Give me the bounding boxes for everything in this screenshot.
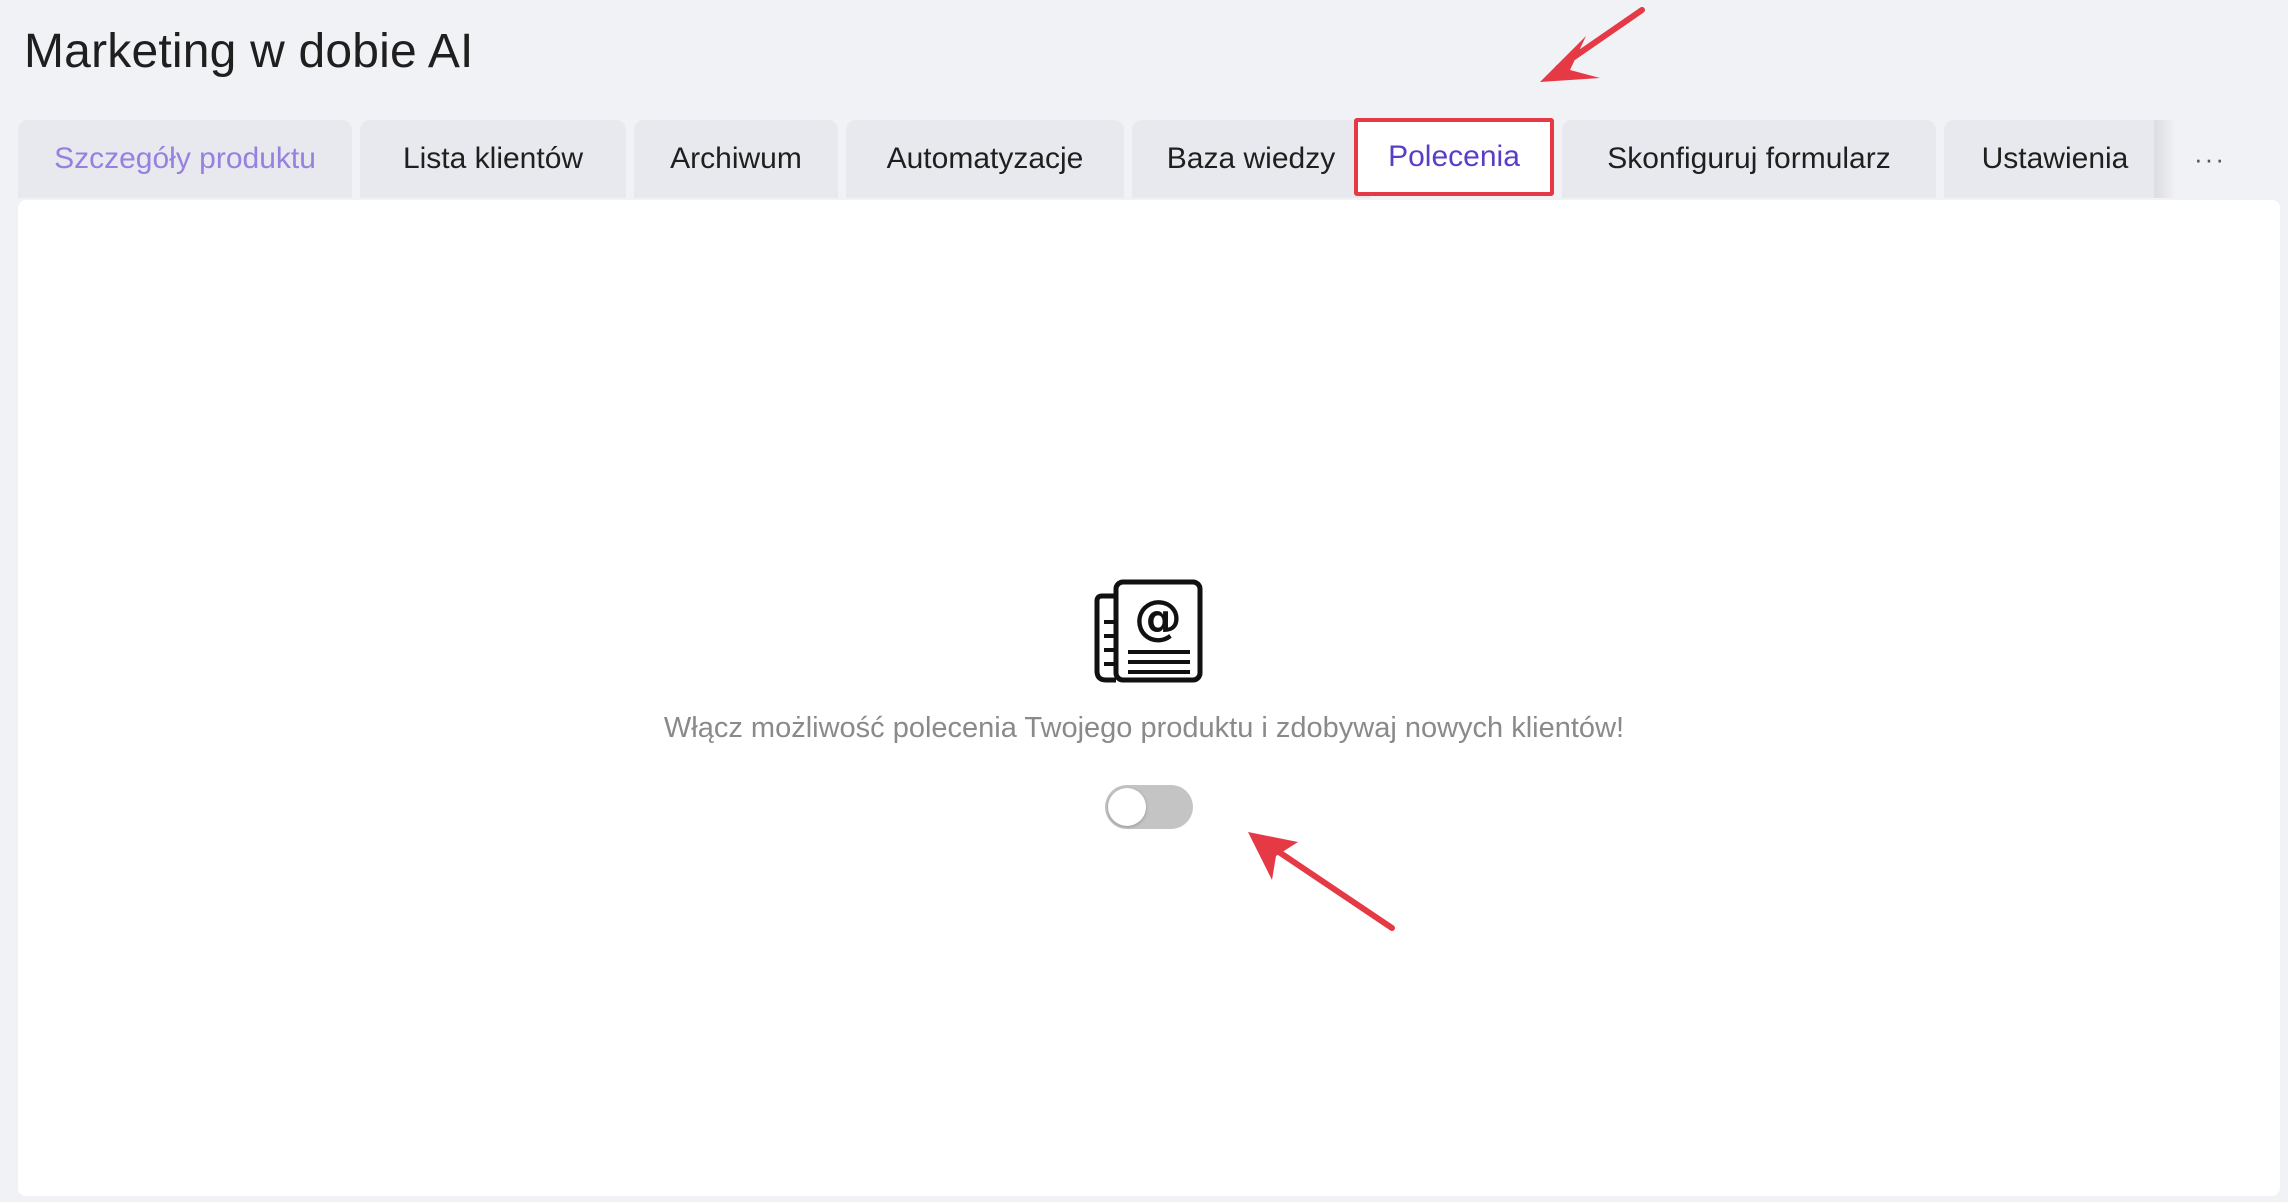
arrow-to-tab — [1540, 7, 1645, 82]
tab-settings[interactable]: Ustawienia — [1944, 120, 2166, 198]
tab-knowledge-base[interactable]: Baza wiedzy — [1132, 120, 1370, 198]
page-title: Marketing w dobie AI — [24, 25, 474, 78]
toggle-knob — [1108, 788, 1146, 826]
content-panel — [18, 200, 2280, 1196]
tab-automations[interactable]: Automatyzacje — [846, 120, 1124, 198]
tab-configure-form[interactable]: Skonfiguruj formularz — [1562, 120, 1936, 198]
tab-referrals[interactable]: Polecenia — [1354, 118, 1554, 196]
tab-client-list[interactable]: Lista klientów — [360, 120, 626, 198]
referral-toggle[interactable] — [1105, 785, 1193, 829]
tab-product-details[interactable]: Szczegóły produktu — [18, 120, 352, 198]
tab-archive[interactable]: Archiwum — [634, 120, 838, 198]
newsletter-at-icon: @ — [1094, 579, 1203, 683]
tab-bar: Szczegóły produktu Lista klientów Archiw… — [18, 118, 2268, 200]
empty-state-message: Włącz możliwość polecenia Twojego produk… — [663, 712, 1625, 744]
tab-more-button[interactable]: ··· — [2154, 120, 2266, 198]
svg-text:@: @ — [1134, 590, 1182, 646]
